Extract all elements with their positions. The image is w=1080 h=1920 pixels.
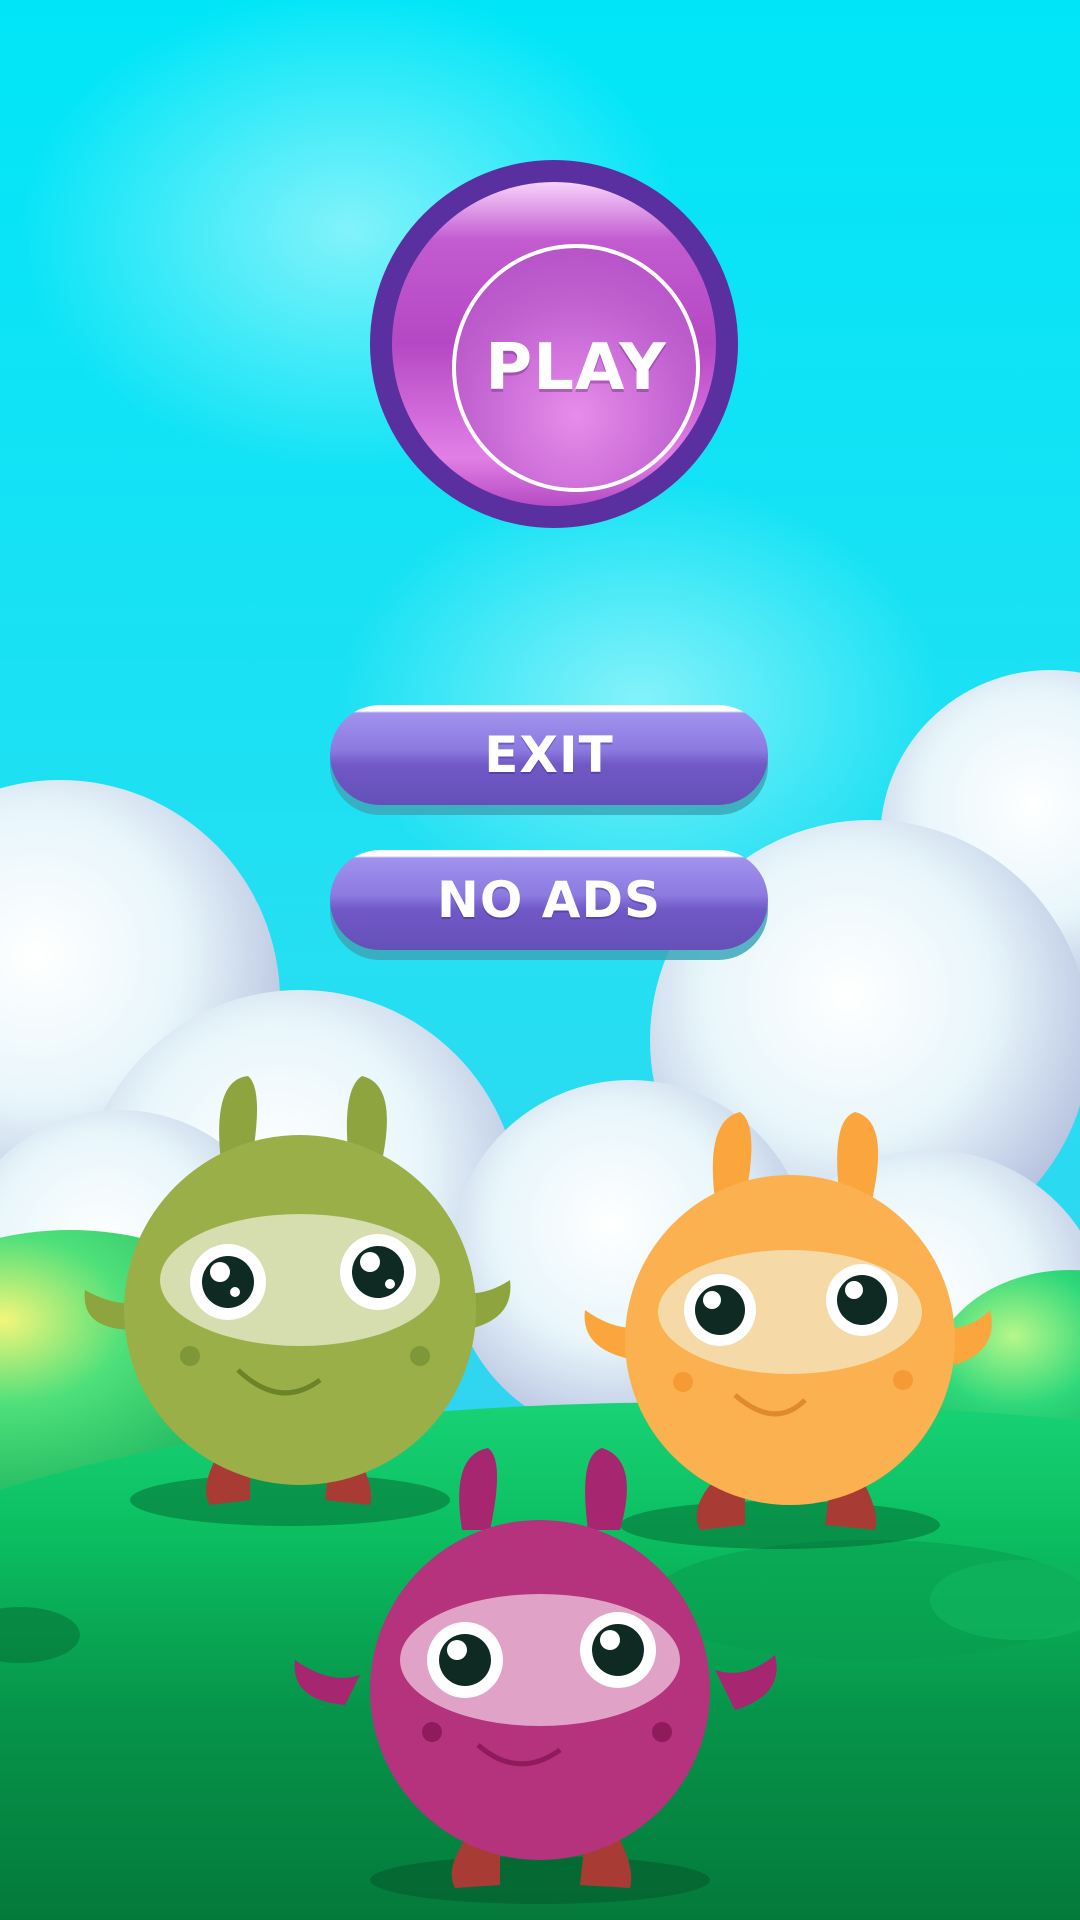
no-ads-button[interactable]: NO ADS	[330, 850, 768, 960]
play-button-ring[interactable]: PLAY	[452, 244, 700, 492]
no-ads-button-label[interactable]: NO ADS	[330, 850, 768, 950]
play-button[interactable]: PLAY	[370, 160, 738, 528]
play-button-face[interactable]: PLAY	[392, 182, 716, 506]
exit-button-label[interactable]: EXIT	[330, 705, 768, 805]
exit-button[interactable]: EXIT	[330, 705, 768, 815]
play-button-label[interactable]: PLAY	[456, 248, 696, 488]
